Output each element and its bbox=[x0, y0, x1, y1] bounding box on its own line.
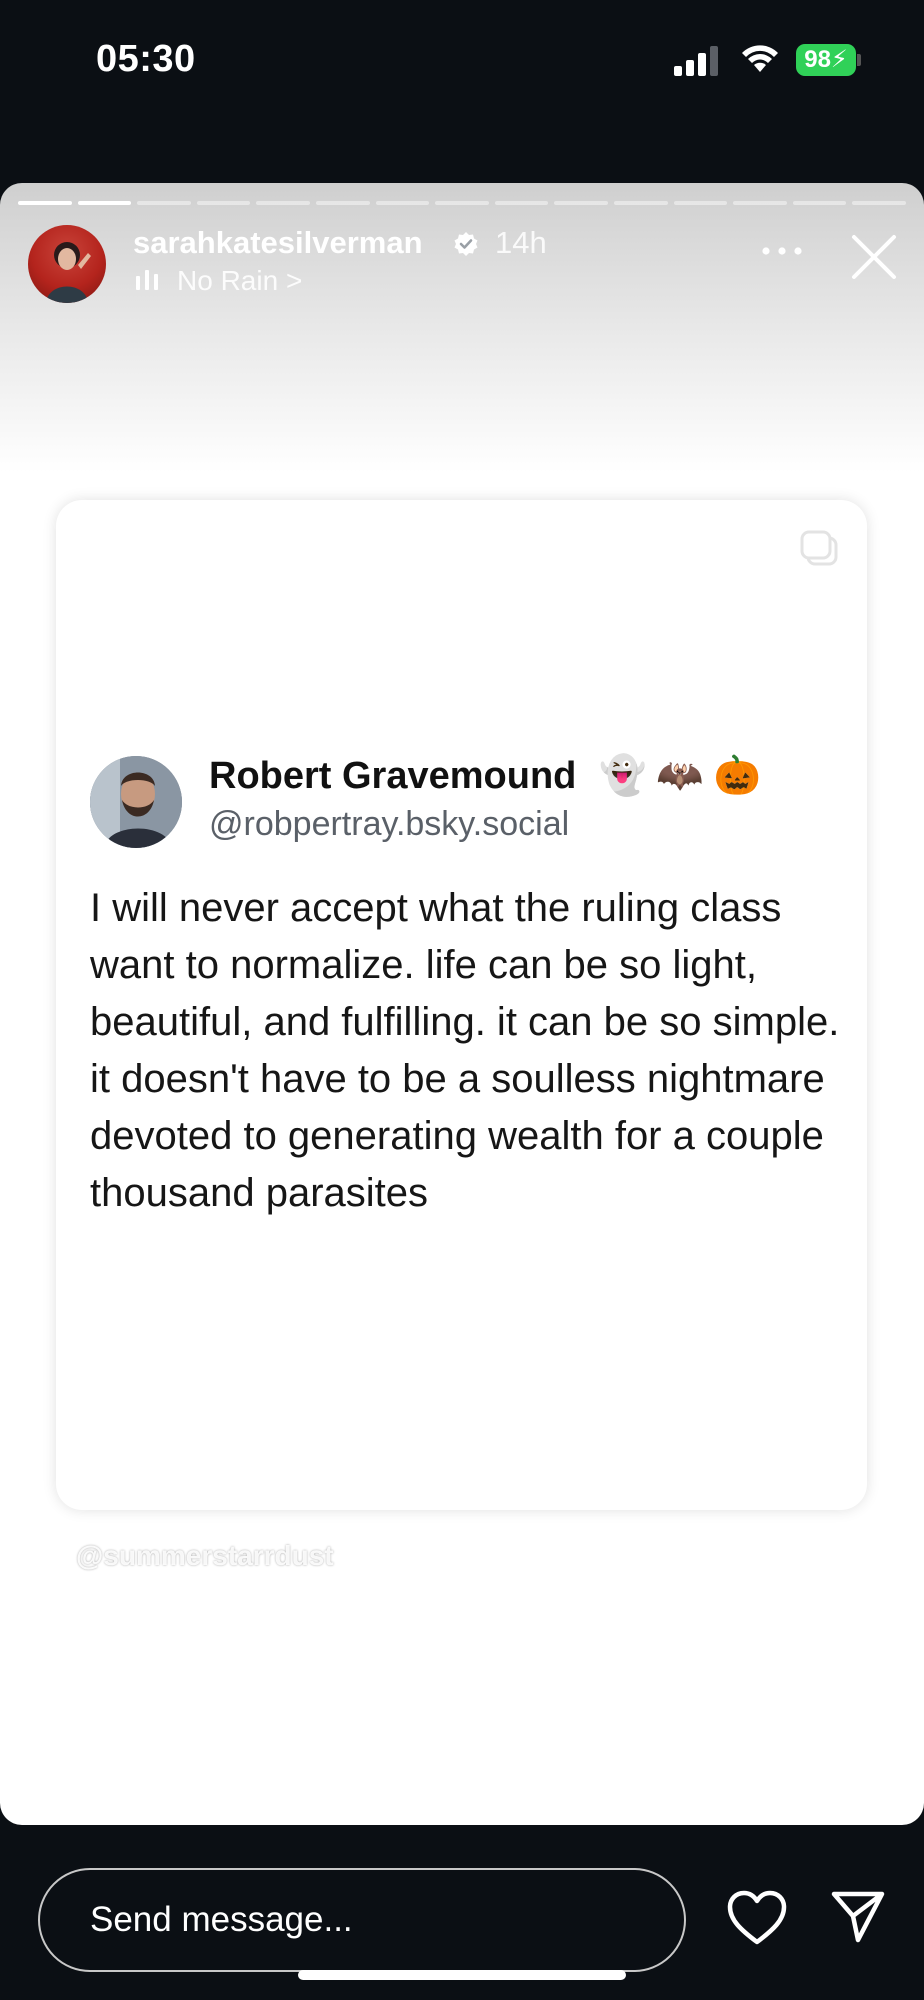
watermark-text: @summerstarrdust bbox=[76, 1540, 334, 1571]
post-card: Robert Gravemound 👻 🦇 🎃 @robpertray.bsky… bbox=[56, 500, 867, 1510]
status-bar: 05:30 98⚡ bbox=[0, 0, 924, 130]
story-progress-segment bbox=[375, 201, 430, 205]
post-body-text: I will never accept what the ruling clas… bbox=[90, 886, 840, 1215]
wifi-icon bbox=[742, 45, 778, 72]
verified-badge-icon bbox=[454, 232, 478, 256]
bat-emoji: 🦇 bbox=[656, 753, 704, 797]
story-progress-segment bbox=[196, 201, 251, 205]
story-progress-segment bbox=[315, 201, 370, 205]
story-progress-segment bbox=[77, 201, 132, 205]
story-progress-segment bbox=[435, 201, 489, 205]
status-time: 05:30 bbox=[96, 38, 196, 80]
close-icon[interactable] bbox=[850, 233, 898, 281]
story-progress-segment bbox=[137, 201, 191, 205]
battery-charging-icon: 98⚡ bbox=[796, 44, 861, 76]
cellular-signal-icon bbox=[674, 46, 718, 76]
more-options-icon[interactable] bbox=[760, 245, 804, 257]
author-avatar[interactable] bbox=[28, 225, 106, 303]
send-icon[interactable] bbox=[830, 1888, 886, 1944]
story-progress-segment bbox=[554, 201, 608, 205]
battery-level: 98⚡ bbox=[796, 44, 856, 76]
post-author-name: Robert Gravemound bbox=[209, 755, 577, 797]
author-username[interactable]: sarahkatesilverman bbox=[133, 225, 423, 261]
home-indicator bbox=[298, 1970, 626, 1980]
post-author-avatar bbox=[90, 756, 182, 848]
send-message-input[interactable] bbox=[38, 1868, 686, 1972]
story-progress-segment bbox=[494, 201, 549, 205]
story-progress-bar bbox=[18, 201, 906, 206]
music-track-link[interactable]: No Rain > bbox=[177, 265, 302, 297]
heart-icon[interactable] bbox=[727, 1890, 787, 1946]
pumpkin-emoji: 🎃 bbox=[713, 753, 761, 797]
copy-icon bbox=[800, 530, 838, 566]
story-progress-segment bbox=[673, 201, 728, 205]
story-progress-segment bbox=[256, 201, 310, 205]
story-progress-segment bbox=[852, 201, 906, 205]
post-time-ago: 14h bbox=[495, 225, 547, 260]
author-avatar-image bbox=[46, 242, 91, 303]
music-bars-icon bbox=[136, 270, 158, 290]
ghost-emoji: 👻 bbox=[599, 753, 647, 797]
story-viewer[interactable]: sarahkatesilverman 14h No Rain > Robert … bbox=[0, 183, 924, 1825]
post-author-emojis: 👻 🦇 🎃 bbox=[599, 752, 761, 798]
story-progress-segment bbox=[18, 201, 72, 205]
story-progress-segment bbox=[733, 201, 787, 205]
post-author-handle: @robpertray.bsky.social bbox=[209, 805, 570, 843]
story-progress-segment bbox=[792, 201, 847, 205]
post-author-avatar-image bbox=[90, 756, 182, 848]
story-progress-segment bbox=[613, 201, 668, 205]
